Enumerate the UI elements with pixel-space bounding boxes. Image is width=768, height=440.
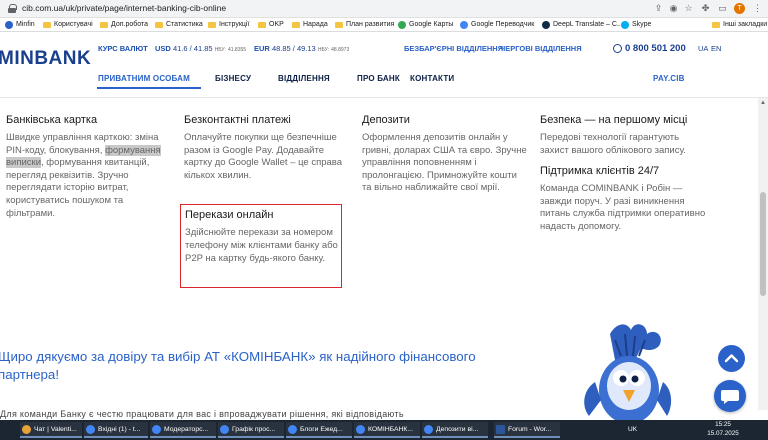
chevron-up-icon bbox=[724, 354, 739, 363]
site-header: MINBANK КУРС ВАЛЮТ USD 41.6 / 41.85 НБУ:… bbox=[0, 32, 768, 98]
keyboard-lang[interactable]: UK bbox=[628, 426, 637, 433]
bookmark-narada[interactable]: Нарада bbox=[292, 19, 328, 31]
lock-icon bbox=[8, 4, 17, 13]
url-text[interactable]: cib.com.ua/uk/private/page/internet-bank… bbox=[22, 3, 226, 13]
duty-branches-link[interactable]: ЧЕРГОВІ ВІДДІЛЕННЯ bbox=[500, 44, 582, 53]
bookmark-okp[interactable]: OKP bbox=[258, 19, 284, 31]
thanks-heading: Щиро дякуємо за довіру та вибір АТ «КОМІ… bbox=[0, 349, 476, 382]
contactless-feature-title: Безконтактні платежі bbox=[184, 114, 291, 126]
support-feature-title: Підтримка клієнтів 24/7 bbox=[540, 165, 660, 178]
transfers-feature-title: Перекази онлайн bbox=[185, 209, 274, 221]
profile-avatar-icon[interactable]: T bbox=[734, 3, 745, 14]
task-word-forum[interactable]: Forum - Wor... bbox=[494, 422, 560, 438]
scroll-thumb[interactable] bbox=[760, 192, 766, 296]
logo[interactable]: MINBANK bbox=[0, 48, 91, 70]
deposits-feature-title: Депозити bbox=[362, 114, 410, 126]
bookmark-google-translate[interactable]: Google Переводчик bbox=[460, 19, 534, 31]
bookmark-statistics[interactable]: Статистика bbox=[155, 19, 203, 31]
extensions-icon[interactable]: ✤ bbox=[700, 3, 711, 14]
task-cominbank[interactable]: КОМІНБАНК... bbox=[354, 422, 420, 438]
nav-branches[interactable]: ВІДДІЛЕННЯ bbox=[278, 74, 330, 83]
menu-icon[interactable]: ⋮ bbox=[752, 3, 763, 14]
chat-button[interactable] bbox=[714, 380, 746, 412]
task-schedule[interactable]: Графік прос... bbox=[218, 422, 284, 438]
nav-active-underline bbox=[97, 87, 201, 89]
clock-time: 15:25 bbox=[715, 421, 731, 428]
camera-icon[interactable]: ◉ bbox=[668, 3, 679, 14]
card-feature: Банківська картка Швидке управління карт… bbox=[6, 114, 171, 220]
taskbar-clock[interactable]: 15:25 15.07.2025 bbox=[700, 421, 746, 438]
lang-ua[interactable]: UA bbox=[698, 44, 708, 53]
bookmarks-bar: Minfin Користувачі Доп.робота Статистика… bbox=[0, 18, 768, 32]
support-feature-text: Команда COMINBANK і Робін — завжди поруч… bbox=[540, 183, 706, 232]
bottom-paragraph: Для команди Банку є честю працювати для … bbox=[0, 409, 404, 419]
deposits-feature: Депозити Оформлення депозитів онлайн у г… bbox=[362, 114, 527, 195]
bookmark-users[interactable]: Користувачі bbox=[43, 19, 93, 31]
phone-number[interactable]: 0 800 501 200 bbox=[625, 43, 686, 54]
card-feature-title: Банківська картка bbox=[6, 114, 98, 126]
chat-bubble-icon bbox=[721, 390, 739, 404]
phone-icon bbox=[613, 44, 622, 53]
barrier-free-branches-link[interactable]: БЕЗБАР'ЄРНІ ВІДДІЛЕННЯ bbox=[404, 44, 503, 53]
task-blogs[interactable]: Блоги Ежед... bbox=[286, 422, 352, 438]
task-inbox[interactable]: Вхідні (1) - t... bbox=[84, 422, 148, 438]
bookmark-minfin[interactable]: Minfin bbox=[5, 19, 35, 31]
security-feature-title: Безпека — на першому місці bbox=[540, 114, 688, 126]
task-chat[interactable]: Чат | Valenti... bbox=[20, 422, 82, 438]
sidepanel-icon[interactable]: ▭ bbox=[717, 3, 728, 14]
nav-private[interactable]: ПРИВАТНИМ ОСОБАМ bbox=[98, 74, 190, 83]
eur-rate: EUR 48.85 / 49.13 НБУ: 48.8973 bbox=[254, 44, 350, 53]
nav-contacts[interactable]: КОНТАКТИ bbox=[410, 74, 454, 83]
bookmark-other[interactable]: Інші закладки bbox=[712, 19, 767, 31]
transfers-feature-highlight: Перекази онлайн Здійснюйте перекази за н… bbox=[180, 204, 342, 288]
rates-label: КУРС ВАЛЮТ bbox=[98, 44, 148, 53]
taskbar: Чат | Valenti... Вхідні (1) - t... Модер… bbox=[0, 420, 768, 440]
task-moderators[interactable]: Модераторс... bbox=[150, 422, 216, 438]
bookmark-deepl[interactable]: DeepL Translate – С... bbox=[542, 19, 623, 31]
security-feature: Безпека — на першому місці Передові техн… bbox=[540, 114, 710, 234]
star-icon[interactable]: ☆ bbox=[683, 3, 694, 14]
security-feature-text: Передові технології гарантують захист ва… bbox=[540, 132, 686, 156]
transfers-feature-text: Здійснюйте перекази за номером телефону … bbox=[185, 227, 338, 264]
contactless-feature-text: Оплачуйте покупки ще безпечніше разом із… bbox=[184, 132, 343, 181]
deposits-feature-text: Оформлення депозитів онлайн у гривні, до… bbox=[362, 132, 527, 194]
bookmark-google-maps[interactable]: Google Карты bbox=[398, 19, 453, 31]
nav-about[interactable]: ПРО БАНК bbox=[357, 74, 400, 83]
bookmark-plan[interactable]: План развития bbox=[335, 19, 394, 31]
page-scrollbar[interactable]: ▲ bbox=[758, 98, 768, 410]
bookmark-skype[interactable]: Skype bbox=[621, 19, 651, 31]
bookmark-dop-robota[interactable]: Доп.робота bbox=[100, 19, 148, 31]
scroll-to-top-button[interactable] bbox=[718, 345, 745, 372]
task-deposits[interactable]: Депозити ві... bbox=[422, 422, 488, 438]
clock-date: 15.07.2025 bbox=[707, 429, 739, 437]
robin-mascot-image bbox=[584, 324, 672, 424]
address-bar[interactable]: cib.com.ua/uk/private/page/internet-bank… bbox=[0, 0, 768, 18]
bookmark-instructions[interactable]: Інструкції bbox=[208, 19, 249, 31]
contactless-feature: Безконтактні платежі Оплачуйте покупки щ… bbox=[184, 114, 349, 182]
lang-en[interactable]: EN bbox=[711, 44, 721, 53]
nav-business[interactable]: БІЗНЕСУ bbox=[215, 74, 251, 83]
usd-rate: USD 41.6 / 41.85 НБУ: 41.8355 bbox=[155, 44, 247, 53]
scroll-up-arrow-icon[interactable]: ▲ bbox=[758, 98, 768, 108]
share-icon[interactable]: ⇪ bbox=[653, 3, 664, 14]
card-feature-text: Швидке управління карткою: зміна PIN-код… bbox=[6, 132, 161, 219]
nav-paycib[interactable]: PAY.CIB bbox=[653, 74, 685, 83]
